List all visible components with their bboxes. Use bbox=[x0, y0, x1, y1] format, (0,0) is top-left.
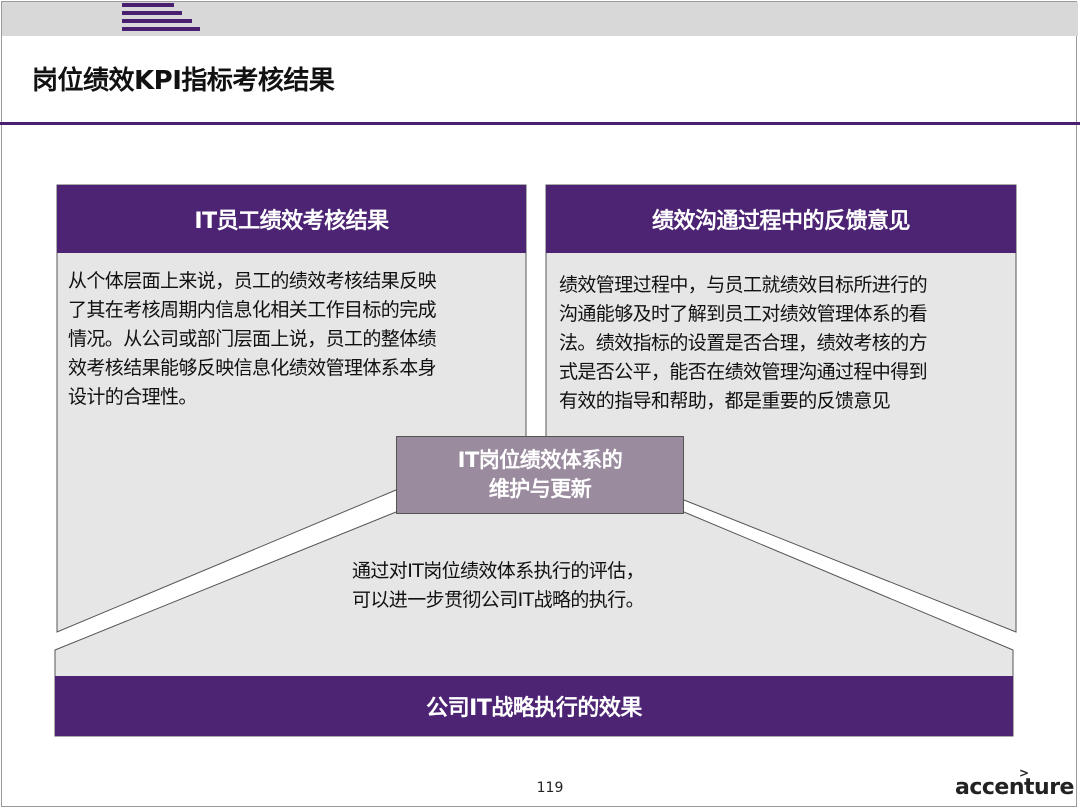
left-box-line: 情况。从公司或部门层面上说，员工的整体绩 bbox=[68, 328, 437, 350]
middle-text: 通过对IT岗位绩效体系执行的评估， 可以进一步贯彻公司IT战略的执行。 bbox=[352, 557, 732, 615]
right-box-line: 绩效管理过程中，与员工就绩效目标所进行的 bbox=[559, 274, 928, 296]
right-box-line: 沟通能够及时了解到员工对绩效管理体系的看 bbox=[559, 303, 928, 325]
bottom-bar: 公司IT战略执行的效果 bbox=[55, 676, 1013, 736]
left-box-text: 从个体层面上来说，员工的绩效考核结果反映 了其在考核周期内信息化相关工作目标的完… bbox=[68, 267, 523, 412]
center-box: IT岗位绩效体系的 维护与更新 bbox=[396, 436, 684, 514]
center-box-line: 维护与更新 bbox=[488, 477, 592, 501]
left-box-line: 从个体层面上来说，员工的绩效考核结果反映 bbox=[68, 270, 437, 292]
left-box-line: 了其在考核周期内信息化相关工作目标的完成 bbox=[68, 299, 437, 321]
page-number: 119 bbox=[536, 780, 564, 796]
left-box-line: 效考核结果能够反映信息化绩效管理体系本身 bbox=[68, 357, 437, 379]
right-box-line: 式是否公平，能否在绩效管理沟通过程中得到 bbox=[559, 361, 928, 383]
right-box-heading: 绩效沟通过程中的反馈意见 bbox=[546, 185, 1016, 253]
left-box-line: 设计的合理性。 bbox=[68, 386, 197, 408]
right-box-text: 绩效管理过程中，与员工就绩效目标所进行的 沟通能够及时了解到员工对绩效管理体系的… bbox=[559, 271, 1014, 416]
middle-text-line: 通过对IT岗位绩效体系执行的评估， bbox=[352, 560, 645, 582]
left-box-heading: IT员工绩效考核结果 bbox=[57, 185, 526, 253]
right-box-line: 法。绩效指标的设置是否合理，绩效考核的方 bbox=[559, 332, 928, 354]
right-box-line: 有效的指导和帮助，都是重要的反馈意见 bbox=[559, 390, 891, 412]
middle-text-line: 可以进一步贯彻公司IT战略的执行。 bbox=[352, 589, 645, 611]
center-box-line: IT岗位绩效体系的 bbox=[457, 448, 623, 472]
brand-logo: accenture bbox=[955, 775, 1074, 800]
